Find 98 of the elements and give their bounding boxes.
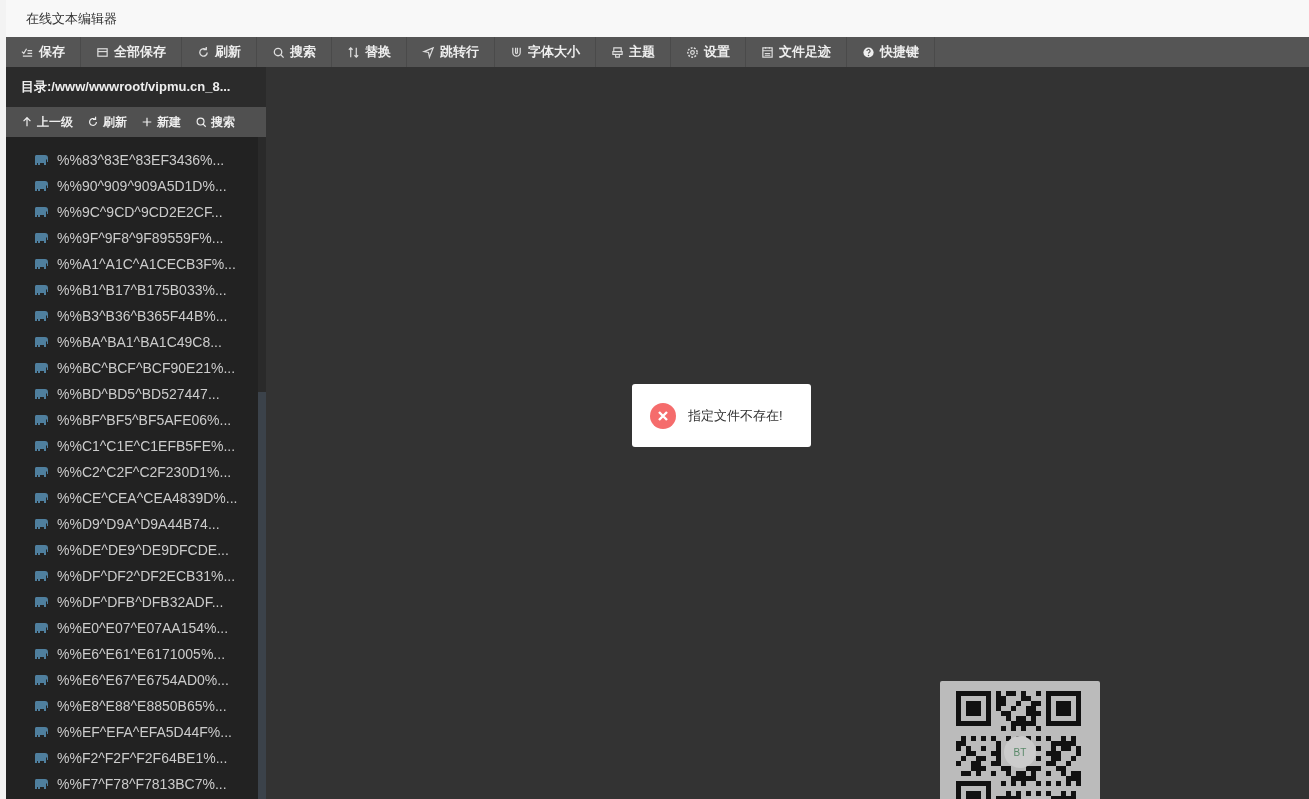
elephant-icon [34, 700, 49, 712]
file-item[interactable]: %%D9^D9A^D9A44B74... [6, 511, 258, 537]
file-item[interactable]: %%C1^C1E^C1EFB5FE%... [6, 433, 258, 459]
elephant-icon [34, 336, 49, 348]
elephant-icon [34, 726, 49, 738]
file-name: %%9F^9F8^9F89559F%... [57, 230, 224, 246]
elephant-icon [34, 388, 49, 400]
file-name: %%E6^E61^E6171005%... [57, 646, 226, 662]
sidebar-action-button[interactable]: 刷新 [80, 107, 134, 137]
file-item[interactable]: %%F7^F78^F7813BC7%... [6, 771, 258, 797]
elephant-icon [34, 232, 49, 244]
file-item[interactable]: %%DE^DE9^DE9DFCDE... [6, 537, 258, 563]
file-name: %%BA^BA1^BA1C49C8... [57, 334, 222, 350]
file-name: %%CE^CEA^CEA4839D%... [57, 490, 238, 506]
file-item[interactable]: %%BD^BD5^BD527447... [6, 381, 258, 407]
file-item[interactable]: %%B3^B36^B365F44B%... [6, 303, 258, 329]
file-item[interactable]: %%E8^E88^E8850B65%... [6, 693, 258, 719]
scrollbar-thumb[interactable] [258, 392, 266, 799]
file-name: %%BD^BD5^BD527447... [57, 386, 220, 402]
qr-logo: BT [1013, 746, 1027, 758]
elephant-icon [34, 180, 49, 192]
file-item[interactable]: %%A1^A1C^A1CECB3F%... [6, 251, 258, 277]
file-item[interactable]: %%83^83E^83EF3436%... [6, 147, 258, 173]
file-item[interactable]: %%EF^EFA^EFA5D44F%... [6, 719, 258, 745]
file-name: %%E0^E07^E07AA154%... [57, 620, 229, 636]
elephant-icon [34, 492, 49, 504]
elephant-icon [34, 648, 49, 660]
file-item[interactable]: %%BF^BF5^BF5AFE06%... [6, 407, 258, 433]
file-name: %%F2^F2F^F2F64BE1%... [57, 750, 228, 766]
file-name: %%B3^B36^B365F44B%... [57, 308, 228, 324]
elephant-icon [34, 674, 49, 686]
elephant-icon [34, 752, 49, 764]
sidebar-action-button[interactable]: 上一级 [14, 107, 80, 137]
file-item[interactable]: %%9C^9CD^9CD2E2CF... [6, 199, 258, 225]
file-name: %%A1^A1C^A1CECB3F%... [57, 256, 236, 272]
up-arrow-icon [21, 116, 33, 128]
elephant-icon [34, 284, 49, 296]
file-item[interactable]: %%DF^DF2^DF2ECB31%... [6, 563, 258, 589]
file-item[interactable]: %%F2^F2F^F2F64BE1%... [6, 745, 258, 771]
refresh-icon [87, 116, 99, 128]
elephant-icon [34, 518, 49, 530]
toast-text: 指定文件不存在! [688, 406, 783, 425]
directory-path: 目录:/www/wwwroot/vipmu.cn_8... [21, 78, 231, 96]
file-name: %%E6^E67^E6754AD0%... [57, 672, 229, 688]
file-name: %%BF^BF5^BF5AFE06%... [57, 412, 232, 428]
search-icon [272, 45, 285, 59]
settings-icon [686, 45, 699, 59]
file-item[interactable]: %%BA^BA1^BA1C49C8... [6, 329, 258, 355]
file-name: %%DE^DE9^DE9DFCDE... [57, 542, 229, 558]
error-icon [650, 402, 676, 429]
file-item[interactable]: %%E6^E67^E6754AD0%... [6, 667, 258, 693]
calendar-icon [761, 45, 774, 59]
file-name: %%EF^EFA^EFA5D44F%... [57, 724, 232, 740]
printer-icon [611, 45, 624, 59]
elephant-icon [34, 206, 49, 218]
file-name: %%BC^BCF^BCF90E21%... [57, 360, 236, 376]
file-name: %%C2^C2F^C2F230D1%... [57, 464, 232, 480]
plus-icon [141, 116, 153, 128]
file-name: %%83^83E^83EF3436%... [57, 152, 225, 168]
send-icon [422, 45, 435, 59]
sidebar-action-button[interactable]: 搜索 [188, 107, 242, 137]
swap-icon [347, 45, 360, 59]
elephant-icon [34, 310, 49, 322]
elephant-icon [34, 544, 49, 556]
sidebar-action-button[interactable]: 新建 [134, 107, 188, 137]
file-name: %%B1^B17^B175B033%... [57, 282, 227, 298]
file-item[interactable]: %%E6^E61^E6171005%... [6, 641, 258, 667]
elephant-icon [34, 440, 49, 452]
help-icon [862, 45, 875, 59]
file-item[interactable]: %%BC^BCF^BCF90E21%... [6, 355, 258, 381]
file-item[interactable]: %%C2^C2F^C2F230D1%... [6, 459, 258, 485]
magnet-icon [510, 45, 523, 59]
file-name: %%F7^F78^F7813BC7%... [57, 776, 227, 792]
elephant-icon [34, 570, 49, 582]
file-name: %%E8^E88^E8850B65%... [57, 698, 227, 714]
window-title: 在线文本编辑器 [26, 9, 117, 28]
file-item[interactable]: %%DF^DFB^DFB32ADF... [6, 589, 258, 615]
file-name: %%C1^C1E^C1EFB5FE%... [57, 438, 236, 454]
elephant-icon [34, 154, 49, 166]
search-icon [195, 116, 207, 128]
file-name: %%D9^D9A^D9A44B74... [57, 516, 220, 532]
file-item[interactable]: %%CE^CEA^CEA4839D%... [6, 485, 258, 511]
refresh-icon [197, 45, 210, 59]
elephant-icon [34, 596, 49, 608]
elephant-icon [34, 258, 49, 270]
file-name: %%90^909^909A5D1D%... [57, 178, 227, 194]
elephant-icon [34, 622, 49, 634]
elephant-icon [34, 362, 49, 374]
elephant-icon [34, 414, 49, 426]
file-name: %%DF^DFB^DFB32ADF... [57, 594, 224, 610]
elephant-icon [34, 778, 49, 790]
file-item[interactable]: %%9F^9F8^9F89559F%... [6, 225, 258, 251]
file-item[interactable]: %%B1^B17^B175B033%... [6, 277, 258, 303]
file-name: %%DF^DF2^DF2ECB31%... [57, 568, 236, 584]
elephant-icon [34, 466, 49, 478]
file-item[interactable]: %%E0^E07^E07AA154%... [6, 615, 258, 641]
file-name: %%9C^9CD^9CD2E2CF... [57, 204, 223, 220]
file-item[interactable]: %%90^909^909A5D1D%... [6, 173, 258, 199]
